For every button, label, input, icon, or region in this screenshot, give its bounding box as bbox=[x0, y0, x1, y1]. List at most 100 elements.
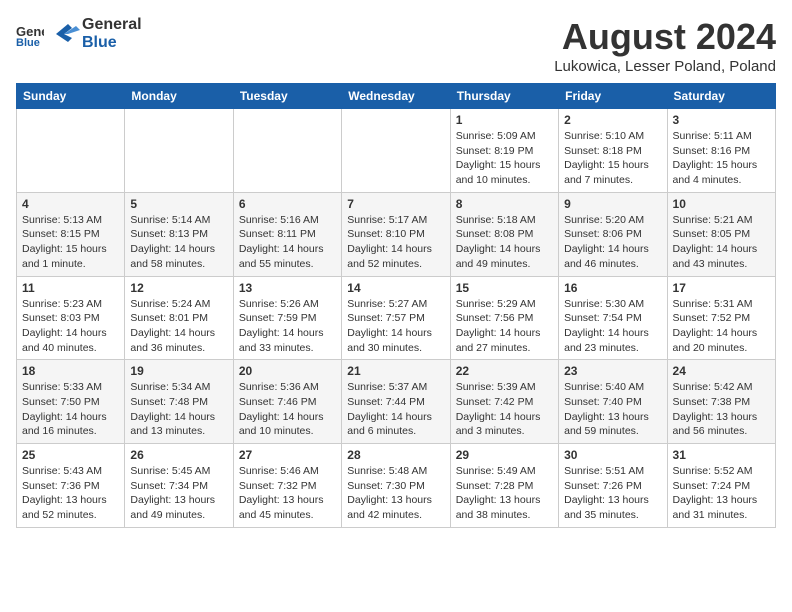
day-number: 17 bbox=[673, 281, 770, 295]
day-number: 3 bbox=[673, 113, 770, 127]
day-info: Sunrise: 5:31 AM Sunset: 7:52 PM Dayligh… bbox=[673, 297, 770, 356]
calendar-cell: 9 Sunrise: 5:20 AM Sunset: 8:06 PM Daylig… bbox=[559, 192, 667, 276]
weekday-header-thursday: Thursday bbox=[450, 84, 558, 109]
day-info: Sunrise: 5:48 AM Sunset: 7:30 PM Dayligh… bbox=[347, 464, 444, 523]
day-info: Sunrise: 5:09 AM Sunset: 8:19 PM Dayligh… bbox=[456, 129, 553, 188]
calendar-week-row: 18 Sunrise: 5:33 AM Sunset: 7:50 PM Dayli… bbox=[17, 360, 776, 444]
day-info: Sunrise: 5:21 AM Sunset: 8:05 PM Dayligh… bbox=[673, 213, 770, 272]
logo-general-text: General bbox=[82, 16, 142, 33]
calendar-week-row: 11Sunrise: 5:23 AM Sunset: 8:03 PM Dayli… bbox=[17, 276, 776, 360]
weekday-header-sunday: Sunday bbox=[17, 84, 125, 109]
calendar-cell: 22 Sunrise: 5:39 AM Sunset: 7:42 PM Dayli… bbox=[450, 360, 558, 444]
weekday-header-friday: Friday bbox=[559, 84, 667, 109]
day-number: 24 bbox=[673, 364, 770, 378]
calendar-cell: 7 Sunrise: 5:17 AM Sunset: 8:10 PM Daylig… bbox=[342, 192, 450, 276]
day-number: 31 bbox=[673, 448, 770, 462]
weekday-header-tuesday: Tuesday bbox=[233, 84, 341, 109]
day-number: 1 bbox=[456, 113, 553, 127]
day-info: Sunrise: 5:37 AM Sunset: 7:44 PM Dayligh… bbox=[347, 380, 444, 439]
calendar-week-row: 1 Sunrise: 5:09 AM Sunset: 8:19 PM Daylig… bbox=[17, 109, 776, 193]
day-info: Sunrise: 5:16 AM Sunset: 8:11 PM Dayligh… bbox=[239, 213, 336, 272]
calendar-cell: 23Sunrise: 5:40 AM Sunset: 7:40 PM Dayli… bbox=[559, 360, 667, 444]
calendar-cell bbox=[342, 109, 450, 193]
day-number: 20 bbox=[239, 364, 336, 378]
day-info: Sunrise: 5:49 AM Sunset: 7:28 PM Dayligh… bbox=[456, 464, 553, 523]
day-info: Sunrise: 5:24 AM Sunset: 8:01 PM Dayligh… bbox=[130, 297, 227, 356]
day-info: Sunrise: 5:27 AM Sunset: 7:57 PM Dayligh… bbox=[347, 297, 444, 356]
calendar-cell: 20 Sunrise: 5:36 AM Sunset: 7:46 PM Dayli… bbox=[233, 360, 341, 444]
day-info: Sunrise: 5:30 AM Sunset: 7:54 PM Dayligh… bbox=[564, 297, 661, 356]
calendar-cell: 27 Sunrise: 5:46 AM Sunset: 7:32 PM Dayli… bbox=[233, 444, 341, 528]
day-number: 18 bbox=[22, 364, 119, 378]
day-number: 15 bbox=[456, 281, 553, 295]
day-info: Sunrise: 5:52 AM Sunset: 7:24 PM Dayligh… bbox=[673, 464, 770, 523]
day-number: 9 bbox=[564, 197, 661, 211]
calendar-cell: 16 Sunrise: 5:30 AM Sunset: 7:54 PM Dayli… bbox=[559, 276, 667, 360]
day-number: 22 bbox=[456, 364, 553, 378]
day-number: 21 bbox=[347, 364, 444, 378]
calendar-cell: 18 Sunrise: 5:33 AM Sunset: 7:50 PM Dayli… bbox=[17, 360, 125, 444]
day-number: 28 bbox=[347, 448, 444, 462]
day-info: Sunrise: 5:26 AM Sunset: 7:59 PM Dayligh… bbox=[239, 297, 336, 356]
day-info: Sunrise: 5:13 AM Sunset: 8:15 PM Dayligh… bbox=[22, 213, 119, 272]
calendar-cell: 4Sunrise: 5:13 AM Sunset: 8:15 PM Daylig… bbox=[17, 192, 125, 276]
logo-blue-text: Blue bbox=[82, 34, 117, 51]
day-number: 2 bbox=[564, 113, 661, 127]
calendar-cell: 26Sunrise: 5:45 AM Sunset: 7:34 PM Dayli… bbox=[125, 444, 233, 528]
day-info: Sunrise: 5:18 AM Sunset: 8:08 PM Dayligh… bbox=[456, 213, 553, 272]
day-number: 27 bbox=[239, 448, 336, 462]
day-info: Sunrise: 5:23 AM Sunset: 8:03 PM Dayligh… bbox=[22, 297, 119, 356]
day-info: Sunrise: 5:42 AM Sunset: 7:38 PM Dayligh… bbox=[673, 380, 770, 439]
day-info: Sunrise: 5:40 AM Sunset: 7:40 PM Dayligh… bbox=[564, 380, 661, 439]
day-number: 10 bbox=[673, 197, 770, 211]
title-area: August 2024 Lukowica, Lesser Poland, Pol… bbox=[554, 16, 776, 75]
calendar-week-row: 4Sunrise: 5:13 AM Sunset: 8:15 PM Daylig… bbox=[17, 192, 776, 276]
calendar-cell: 13Sunrise: 5:26 AM Sunset: 7:59 PM Dayli… bbox=[233, 276, 341, 360]
day-info: Sunrise: 5:10 AM Sunset: 8:18 PM Dayligh… bbox=[564, 129, 661, 188]
calendar-cell: 28 Sunrise: 5:48 AM Sunset: 7:30 PM Dayli… bbox=[342, 444, 450, 528]
calendar-cell: 11Sunrise: 5:23 AM Sunset: 8:03 PM Dayli… bbox=[17, 276, 125, 360]
calendar-week-row: 25Sunrise: 5:43 AM Sunset: 7:36 PM Dayli… bbox=[17, 444, 776, 528]
day-number: 5 bbox=[130, 197, 227, 211]
weekday-header-row: SundayMondayTuesdayWednesdayThursdayFrid… bbox=[17, 84, 776, 109]
calendar-cell: 15 Sunrise: 5:29 AM Sunset: 7:56 PM Dayli… bbox=[450, 276, 558, 360]
calendar-cell: 29Sunrise: 5:49 AM Sunset: 7:28 PM Dayli… bbox=[450, 444, 558, 528]
day-number: 8 bbox=[456, 197, 553, 211]
logo-bird-icon bbox=[48, 20, 80, 48]
day-info: Sunrise: 5:20 AM Sunset: 8:06 PM Dayligh… bbox=[564, 213, 661, 272]
day-info: Sunrise: 5:36 AM Sunset: 7:46 PM Dayligh… bbox=[239, 380, 336, 439]
calendar-cell: 30Sunrise: 5:51 AM Sunset: 7:26 PM Dayli… bbox=[559, 444, 667, 528]
day-number: 6 bbox=[239, 197, 336, 211]
day-number: 19 bbox=[130, 364, 227, 378]
day-number: 25 bbox=[22, 448, 119, 462]
calendar-cell: 14 Sunrise: 5:27 AM Sunset: 7:57 PM Dayli… bbox=[342, 276, 450, 360]
calendar-cell: 1 Sunrise: 5:09 AM Sunset: 8:19 PM Daylig… bbox=[450, 109, 558, 193]
calendar-cell: 5 Sunrise: 5:14 AM Sunset: 8:13 PM Daylig… bbox=[125, 192, 233, 276]
day-number: 7 bbox=[347, 197, 444, 211]
day-info: Sunrise: 5:17 AM Sunset: 8:10 PM Dayligh… bbox=[347, 213, 444, 272]
day-number: 12 bbox=[130, 281, 227, 295]
day-number: 16 bbox=[564, 281, 661, 295]
day-number: 14 bbox=[347, 281, 444, 295]
svg-text:Blue: Blue bbox=[16, 37, 40, 46]
weekday-header-saturday: Saturday bbox=[667, 84, 775, 109]
calendar-cell: 10 Sunrise: 5:21 AM Sunset: 8:05 PM Dayli… bbox=[667, 192, 775, 276]
calendar-cell: 6 Sunrise: 5:16 AM Sunset: 8:11 PM Daylig… bbox=[233, 192, 341, 276]
day-info: Sunrise: 5:33 AM Sunset: 7:50 PM Dayligh… bbox=[22, 380, 119, 439]
calendar-cell: 3 Sunrise: 5:11 AM Sunset: 8:16 PM Daylig… bbox=[667, 109, 775, 193]
calendar-cell: 25Sunrise: 5:43 AM Sunset: 7:36 PM Dayli… bbox=[17, 444, 125, 528]
calendar-cell: 19 Sunrise: 5:34 AM Sunset: 7:48 PM Dayli… bbox=[125, 360, 233, 444]
day-info: Sunrise: 5:11 AM Sunset: 8:16 PM Dayligh… bbox=[673, 129, 770, 188]
day-info: Sunrise: 5:39 AM Sunset: 7:42 PM Dayligh… bbox=[456, 380, 553, 439]
logo: General Blue General Blue bbox=[16, 16, 142, 52]
day-info: Sunrise: 5:34 AM Sunset: 7:48 PM Dayligh… bbox=[130, 380, 227, 439]
day-info: Sunrise: 5:51 AM Sunset: 7:26 PM Dayligh… bbox=[564, 464, 661, 523]
calendar-cell: 8 Sunrise: 5:18 AM Sunset: 8:08 PM Daylig… bbox=[450, 192, 558, 276]
calendar-cell: 17 Sunrise: 5:31 AM Sunset: 7:52 PM Dayli… bbox=[667, 276, 775, 360]
day-info: Sunrise: 5:45 AM Sunset: 7:34 PM Dayligh… bbox=[130, 464, 227, 523]
calendar-cell: 24 Sunrise: 5:42 AM Sunset: 7:38 PM Dayli… bbox=[667, 360, 775, 444]
calendar-cell bbox=[125, 109, 233, 193]
day-info: Sunrise: 5:29 AM Sunset: 7:56 PM Dayligh… bbox=[456, 297, 553, 356]
day-info: Sunrise: 5:14 AM Sunset: 8:13 PM Dayligh… bbox=[130, 213, 227, 272]
day-info: Sunrise: 5:46 AM Sunset: 7:32 PM Dayligh… bbox=[239, 464, 336, 523]
